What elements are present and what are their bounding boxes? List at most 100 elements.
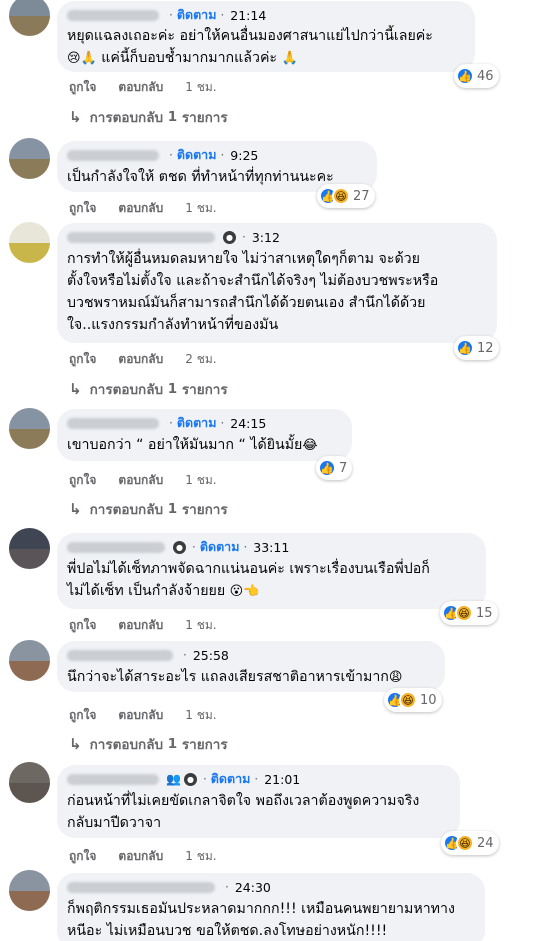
- haha-reaction-icon: 😆: [455, 604, 473, 622]
- comment-age[interactable]: 1 ชม.: [185, 847, 216, 866]
- reaction-summary[interactable]: 👍 12: [454, 336, 499, 360]
- profile-badge-icon: ●: [223, 230, 236, 244]
- follow-button[interactable]: ติดตาม: [177, 413, 217, 433]
- comment-text-line: บวชพราหมณ์มันก็สามารถสำนึกได้ด้วยตนเอง ส…: [67, 295, 426, 311]
- comment-time[interactable]: 24:15: [230, 416, 266, 431]
- view-replies-link[interactable]: ↳ การตอบกลับ 1 รายการ: [69, 106, 228, 128]
- reply-button[interactable]: ตอบกลับ: [118, 78, 163, 97]
- comment-text-line: ก็พฤติกรรมเธอมันประหลาดมากกก!!! เหมือนคน…: [67, 901, 455, 917]
- sad-face-emoji: 😢: [67, 51, 81, 66]
- comment-text-line: การทำให้ผู้อื่นหมดลมหายใจ ไม่ว่าสาเหตุใด…: [67, 251, 420, 267]
- commenter-name-blurred[interactable]: [67, 773, 159, 785]
- reaction-summary[interactable]: 👍 😆 10: [384, 688, 442, 712]
- comment-age[interactable]: 1 ชม.: [185, 616, 216, 635]
- laughing-emoji: 😂: [302, 438, 318, 453]
- reaction-count: 46: [477, 68, 494, 84]
- reaction-count: 15: [476, 605, 493, 621]
- like-button[interactable]: ถูกใจ: [69, 706, 96, 725]
- reaction-count: 7: [339, 460, 348, 476]
- comment-time[interactable]: 24:30: [235, 880, 271, 895]
- view-replies-link[interactable]: ↳ การตอบกลับ 1 รายการ: [69, 733, 228, 755]
- comment-text-line: หยุดแฉลงเถอะค่ะ อย่าให้คนอื่นมองศาสนาแย่…: [67, 28, 433, 44]
- reply-button[interactable]: ตอบกลับ: [118, 616, 163, 635]
- disappointed-face-emoji: 😩: [388, 670, 403, 685]
- avatar[interactable]: [9, 762, 50, 803]
- reaction-summary[interactable]: 👍 😆 27: [317, 184, 375, 208]
- follow-button[interactable]: ติดตาม: [177, 145, 217, 165]
- comment-text-line: เขาบอกว่า “ อย่าให้มันมาก “ ได้ยินมั้ย: [67, 437, 303, 453]
- avatar[interactable]: [9, 0, 50, 36]
- reply-button[interactable]: ตอบกลับ: [118, 706, 163, 725]
- avatar[interactable]: [9, 528, 50, 569]
- follow-button[interactable]: ติดตาม: [211, 769, 251, 789]
- commenter-name-blurred[interactable]: [67, 541, 165, 553]
- avatar[interactable]: [9, 408, 50, 449]
- avatar[interactable]: [9, 640, 50, 681]
- profile-badge-icon: ●: [173, 540, 186, 554]
- comment-text-line: ตั้งใจหรือไม่ตั้งใจ และถ้าจะสำนึกได้จริง…: [67, 273, 439, 289]
- profile-badge-icon: ●: [183, 772, 197, 786]
- surprised-face-emoji: 😮: [229, 584, 244, 599]
- comment-time[interactable]: 21:14: [230, 8, 266, 23]
- view-replies-link[interactable]: ↳ การตอบกลับ 1 รายการ: [69, 498, 228, 520]
- comment-bubble: ● · 3:12 การทำให้ผู้อื่นหมดลมหายใจ ไม่ว่…: [57, 223, 497, 343]
- commenter-name-blurred[interactable]: [67, 231, 215, 243]
- like-button[interactable]: ถูกใจ: [69, 350, 96, 369]
- reaction-count: 24: [477, 835, 494, 851]
- comment-text-line: นึกว่าจะได้สาระอะไร แถลงเสียรสชาติอาหารเ…: [67, 669, 389, 685]
- reply-button[interactable]: ตอบกลับ: [118, 350, 163, 369]
- comment-time[interactable]: 9:25: [230, 148, 258, 163]
- comment-bubble: · 24:30 ก็พฤติกรรมเธอมันประหลาดมากกก!!! …: [57, 873, 485, 941]
- avatar[interactable]: [9, 222, 50, 263]
- comment-bubble: 👥 ● · ติดตาม · 21:01 ก่อนหน้าที่ไม่เคยขั…: [57, 765, 460, 838]
- comment-time[interactable]: 3:12: [252, 230, 280, 245]
- comment-bubble: ● · ติดตาม · 33:11 พี่ปอไม่ได้เซ็ทภาพจัด…: [57, 533, 486, 609]
- commenter-name-blurred[interactable]: [67, 417, 159, 429]
- like-button[interactable]: ถูกใจ: [69, 616, 96, 635]
- comment-age[interactable]: 1 ชม.: [185, 199, 216, 218]
- reaction-count: 12: [477, 340, 494, 356]
- comment-text-line: หนีอะ ไม่เหมือนบวช ขอให้ตชด.ลงโทษอย่างหน…: [67, 923, 388, 939]
- follow-button[interactable]: ติดตาม: [177, 5, 217, 25]
- reply-arrow-icon: ↳: [69, 735, 82, 753]
- comment-bubble: · 25:58 นึกว่าจะได้สาระอะไร แถลงเสียรสชา…: [57, 641, 445, 692]
- commenter-name-blurred[interactable]: [67, 649, 173, 661]
- comment-time[interactable]: 25:58: [193, 648, 229, 663]
- like-reaction-icon: 👍: [318, 459, 336, 477]
- reaction-summary[interactable]: 👍 7: [316, 456, 353, 480]
- view-replies-link[interactable]: ↳ การตอบกลับ 1 รายการ: [69, 378, 228, 400]
- reaction-count: 27: [353, 188, 370, 204]
- comment-time[interactable]: 21:01: [264, 772, 300, 787]
- comment-age[interactable]: 1 ชม.: [185, 78, 216, 97]
- like-button[interactable]: ถูกใจ: [69, 471, 96, 490]
- reaction-summary[interactable]: 👍 😆 15: [440, 601, 498, 625]
- commenter-name-blurred[interactable]: [67, 149, 159, 161]
- commenter-name-blurred[interactable]: [67, 9, 159, 21]
- comment-time[interactable]: 33:11: [253, 540, 289, 555]
- reply-button[interactable]: ตอบกลับ: [118, 471, 163, 490]
- pray-hands-emoji: 🙏: [80, 51, 97, 66]
- haha-reaction-icon: 😆: [399, 691, 417, 709]
- pray-hands-emoji: 🙏: [281, 51, 298, 66]
- comment-age[interactable]: 1 ชม.: [185, 706, 216, 725]
- like-button[interactable]: ถูกใจ: [69, 78, 96, 97]
- comment-text-line: ก่อนหน้าที่ไม่เคยขัดเกลาจิตใจ พอถึงเวลาต…: [67, 793, 420, 809]
- comment-age[interactable]: 1 ชม.: [185, 471, 216, 490]
- comment-text-line: แค่นี้ก็บอบช้ำมากมากแล้วค่ะ: [101, 50, 278, 66]
- follow-button[interactable]: ติดตาม: [200, 537, 240, 557]
- avatar[interactable]: [9, 870, 50, 911]
- comment-text-line: ไม่ได้เซ็ท เป็นกำลังจ้ายยย: [67, 583, 226, 599]
- like-button[interactable]: ถูกใจ: [69, 847, 96, 866]
- commenter-name-blurred[interactable]: [67, 881, 215, 893]
- like-button[interactable]: ถูกใจ: [69, 199, 96, 218]
- reply-button[interactable]: ตอบกลับ: [118, 199, 163, 218]
- avatar[interactable]: [9, 138, 50, 179]
- haha-reaction-icon: 😆: [332, 187, 350, 205]
- reaction-summary[interactable]: 👍 46: [454, 64, 499, 88]
- like-reaction-icon: 👍: [456, 339, 474, 357]
- comment-text-line: ใจ..แรงกรรมกำลังทำหน้าที่ของมัน: [67, 317, 279, 333]
- comment-age[interactable]: 2 ชม.: [185, 350, 216, 369]
- reply-button[interactable]: ตอบกลับ: [118, 847, 163, 866]
- reaction-summary[interactable]: 👍 😆 24: [441, 831, 499, 855]
- pointing-hand-emoji: 👈: [243, 584, 260, 599]
